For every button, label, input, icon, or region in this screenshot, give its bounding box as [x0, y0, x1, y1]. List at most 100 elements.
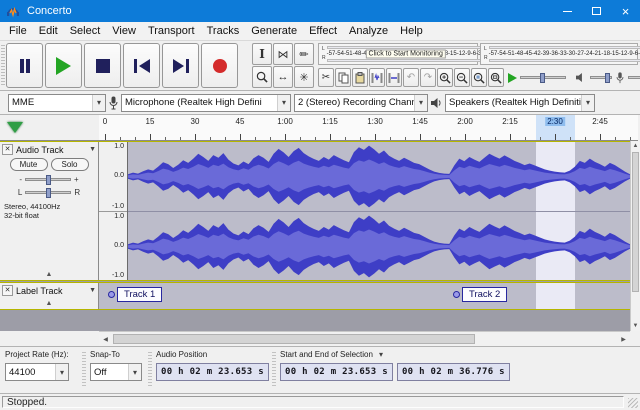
input-volume-slider[interactable]	[628, 76, 640, 79]
timeshift-tool-button[interactable]: ↔	[273, 66, 293, 88]
audio-host-select[interactable]: MME ▾	[8, 93, 106, 112]
play-speed-thumb[interactable]	[540, 73, 545, 83]
label-text[interactable]: Track 2	[462, 287, 508, 302]
vertical-scale-ruler[interactable]: 1.0 0.0 -1.0 1.0 0.0 -1.0	[99, 142, 128, 280]
track-title[interactable]: Audio Track	[16, 145, 86, 155]
skip-to-start-button[interactable]	[123, 43, 160, 88]
horizontal-scrollbar[interactable]: ◀ ▶	[99, 331, 630, 346]
selection-tool-button[interactable]: I	[252, 43, 272, 65]
menu-tracks[interactable]: Tracks	[201, 23, 246, 39]
copy-button[interactable]	[335, 68, 351, 87]
vertical-scroll-thumb[interactable]	[632, 152, 639, 292]
close-button[interactable]: ×	[611, 0, 640, 22]
label-flag[interactable]: Track 1	[108, 287, 163, 302]
menu-edit[interactable]: Edit	[33, 23, 64, 39]
record-button[interactable]	[201, 43, 238, 88]
track-close-button[interactable]: ✕	[2, 285, 13, 296]
skip-to-end-button[interactable]	[162, 43, 199, 88]
output-volume-slider[interactable]	[590, 73, 612, 83]
gain-thumb[interactable]	[46, 175, 51, 185]
minimize-button[interactable]	[553, 0, 582, 22]
zoom-out-button[interactable]	[454, 68, 470, 87]
gain-slider[interactable]	[25, 175, 71, 185]
track-title[interactable]: Label Track	[16, 286, 86, 296]
project-rate-select[interactable]: 44100 ▾	[5, 363, 69, 381]
track-collapse-button[interactable]: ▲	[0, 271, 98, 280]
menu-analyze[interactable]: Analyze	[343, 23, 394, 39]
label-handle-icon[interactable]	[453, 291, 460, 298]
resize-grip[interactable]	[628, 398, 638, 408]
selection-mode-label[interactable]: Start and End of Selection	[280, 350, 373, 359]
recording-meter[interactable]: LR -57-54-51-48-45-42-39-36-33-30-27-24-…	[318, 43, 485, 65]
stop-button[interactable]	[84, 43, 121, 88]
draw-tool-button[interactable]: ✏	[294, 43, 314, 65]
play-at-speed-icon[interactable]	[508, 72, 517, 83]
play-button[interactable]	[45, 43, 82, 88]
selection-region[interactable]	[535, 283, 576, 309]
recording-device-select[interactable]: Microphone (Realtek High Defini ▾	[121, 93, 291, 112]
pause-button[interactable]	[6, 43, 43, 88]
maximize-button[interactable]	[582, 0, 611, 22]
zoom-fit-button[interactable]	[488, 68, 504, 87]
track-menu-chevron-icon[interactable]: ▼	[89, 287, 96, 294]
selection-end-display[interactable]: 00 h 02 m 36.776 s	[396, 363, 510, 381]
menu-select[interactable]: Select	[64, 23, 107, 39]
pinned-play-head-icon[interactable]	[7, 122, 23, 133]
scroll-right-arrow[interactable]: ▶	[617, 332, 630, 346]
solo-button[interactable]: Solo	[50, 158, 89, 171]
waveform-channel-right[interactable]	[128, 211, 630, 280]
snap-to-value: Off	[94, 366, 107, 378]
transport-toolbar-grip[interactable]	[1, 45, 5, 87]
recording-channels-select[interactable]: 2 (Stereo) Recording Channels ▾	[294, 93, 428, 112]
silence-audio-button[interactable]	[386, 68, 402, 87]
multi-tool-button[interactable]: ✳	[294, 66, 314, 88]
menu-effect[interactable]: Effect	[303, 23, 343, 39]
project-rate-group: Project Rate (Hz): 44100 ▾	[5, 350, 69, 381]
play-speed-slider[interactable]	[520, 73, 566, 83]
ruler-tick	[120, 137, 121, 140]
scroll-left-arrow[interactable]: ◀	[99, 332, 112, 346]
redo-button[interactable]: ↷	[420, 68, 436, 87]
track-menu-chevron-icon[interactable]: ▼	[89, 146, 96, 153]
undo-button[interactable]: ↶	[403, 68, 419, 87]
menu-transport[interactable]: Transport	[142, 23, 201, 39]
label-text[interactable]: Track 1	[117, 287, 163, 302]
label-flag[interactable]: Track 2	[453, 287, 508, 302]
envelope-tool-button[interactable]: ⋈	[273, 43, 293, 65]
zoom-in-button[interactable]	[437, 68, 453, 87]
selection-start-display[interactable]: 00 h 02 m 23.653 s	[280, 363, 393, 381]
track-close-button[interactable]: ✕	[2, 144, 13, 155]
zoom-tool-button[interactable]	[252, 66, 272, 88]
zoom-selection-button[interactable]	[471, 68, 487, 87]
pan-thumb[interactable]	[46, 188, 52, 198]
scroll-up-arrow[interactable]: ▲	[631, 141, 640, 151]
output-volume-thumb[interactable]	[605, 73, 610, 83]
waveform-channel-left[interactable]	[128, 142, 630, 211]
playback-device-select[interactable]: Speakers (Realtek High Definiti ▾	[445, 93, 595, 112]
menu-file[interactable]: File	[3, 23, 33, 39]
chevron-down-icon[interactable]: ▾	[379, 350, 383, 359]
menu-help[interactable]: Help	[394, 23, 429, 39]
label-track-content[interactable]: Track 1 Track 2	[99, 283, 630, 309]
meter-scale-number: -12	[456, 50, 466, 57]
scale-label: -1.0	[111, 272, 124, 279]
label-handle-icon[interactable]	[108, 291, 115, 298]
ruler-tick	[420, 134, 421, 140]
snap-to-select[interactable]: Off ▾	[90, 363, 142, 381]
scroll-down-arrow[interactable]: ▼	[631, 321, 640, 331]
audio-position-display[interactable]: 00 h 02 m 23.653 s	[156, 363, 269, 381]
monitoring-hint[interactable]: Click to Start Monitoring	[365, 49, 446, 59]
paste-button[interactable]	[352, 68, 368, 87]
waveform-area[interactable]	[128, 142, 630, 280]
pan-slider[interactable]	[25, 188, 72, 198]
menu-view[interactable]: View	[106, 23, 142, 39]
vertical-scrollbar[interactable]: ▲ ▼	[630, 141, 640, 331]
track-collapse-button[interactable]: ▲	[0, 300, 98, 309]
mute-button[interactable]: Mute	[9, 158, 48, 171]
timeline-ruler[interactable]: 0 15 30 45 1:00 1:15 1:30 1:45 2:00 2:15 2:30 2:45	[99, 115, 638, 141]
menu-generate[interactable]: Generate	[245, 23, 303, 39]
trim-audio-button[interactable]	[369, 68, 385, 87]
horizontal-scroll-thumb[interactable]	[113, 334, 475, 344]
playback-meter[interactable]: LR -57 -54 -51 -48 -45 -42 -39 -36 -33 -30 -27 -24-…	[480, 43, 640, 65]
cut-button[interactable]: ✂	[318, 68, 334, 87]
